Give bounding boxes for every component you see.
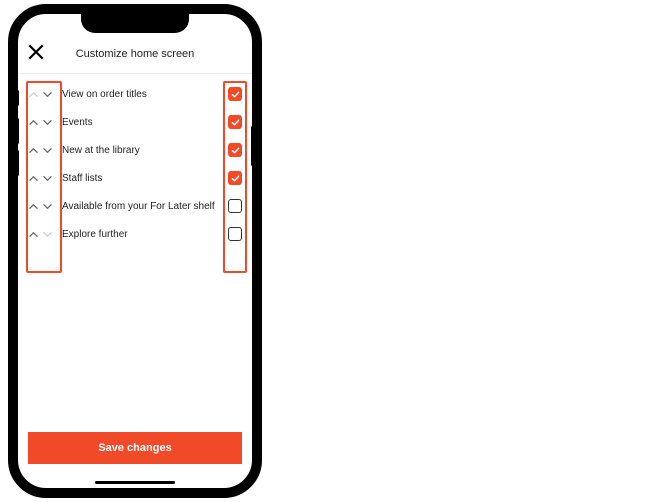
reorder-controls	[28, 173, 58, 183]
list-item: Staff lists	[28, 164, 242, 192]
chevron-down-icon[interactable]	[42, 89, 52, 99]
list-item: New at the library	[28, 136, 242, 164]
list-item: Explore further	[28, 220, 242, 248]
chevron-up-icon[interactable]	[28, 145, 38, 155]
chevron-up-icon[interactable]	[28, 173, 38, 183]
visibility-checkbox[interactable]	[228, 115, 242, 129]
item-label: New at the library	[58, 144, 228, 157]
save-button[interactable]: Save changes	[28, 432, 242, 464]
visibility-checkbox[interactable]	[228, 171, 242, 185]
chevron-down-icon[interactable]	[42, 201, 52, 211]
chevron-up-icon[interactable]	[28, 117, 38, 127]
home-indicator	[95, 481, 175, 484]
reorder-controls	[28, 89, 58, 99]
list-item: Events	[28, 108, 242, 136]
screen: Customize home screen View on order titl…	[18, 14, 252, 488]
close-icon[interactable]	[28, 44, 44, 63]
reorder-controls	[28, 229, 58, 239]
settings-list: View on order titles Events New at the lib…	[18, 74, 252, 248]
chevron-down-icon[interactable]	[42, 117, 52, 127]
device-notch	[81, 13, 189, 33]
reorder-controls	[28, 145, 58, 155]
reorder-controls	[28, 117, 58, 127]
item-label: Events	[58, 116, 228, 129]
chevron-up-icon[interactable]	[28, 201, 38, 211]
footer: Save changes	[18, 432, 252, 488]
visibility-checkbox[interactable]	[228, 227, 242, 241]
header: Customize home screen	[18, 38, 252, 74]
item-label: Available from your For Later shelf	[58, 200, 228, 213]
chevron-up-icon	[28, 89, 38, 99]
chevron-down-icon	[42, 229, 52, 239]
item-label: View on order titles	[58, 88, 228, 101]
chevron-down-icon[interactable]	[42, 145, 52, 155]
visibility-checkbox[interactable]	[228, 87, 242, 101]
visibility-checkbox[interactable]	[228, 199, 242, 213]
item-label: Explore further	[58, 228, 228, 241]
page-title: Customize home screen	[44, 48, 226, 60]
item-label: Staff lists	[58, 172, 228, 185]
visibility-checkbox[interactable]	[228, 143, 242, 157]
reorder-controls	[28, 201, 58, 211]
list-item: Available from your For Later shelf	[28, 192, 242, 220]
phone-frame: Customize home screen View on order titl…	[8, 4, 262, 498]
list-item: View on order titles	[28, 80, 242, 108]
chevron-up-icon[interactable]	[28, 229, 38, 239]
chevron-down-icon[interactable]	[42, 173, 52, 183]
